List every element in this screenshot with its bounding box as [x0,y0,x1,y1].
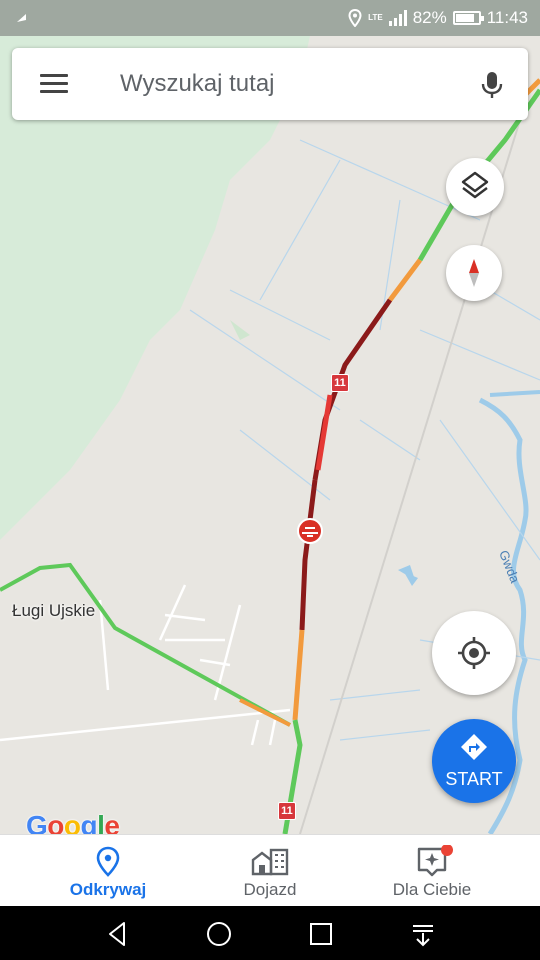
status-bar: LTE 82% 11:43 [0,0,540,36]
clock: 11:43 [486,8,528,27]
place-label: Ługi Ujskie [12,601,96,620]
notifications-pulldown-icon[interactable] [409,920,437,948]
tab-label: Dla Ciebie [392,880,472,899]
tab-explore[interactable]: Odkrywaj [18,835,198,907]
signal-icon [388,10,407,26]
bottom-navigation: Odkrywaj Dojazd Dla Ciebie [0,834,540,906]
directions-icon [461,734,487,760]
tab-commute[interactable]: Dojazd [180,835,360,907]
layers-icon [461,171,489,199]
start-navigation-button[interactable]: START [432,719,516,803]
google-logo-letter: o [63,810,81,834]
microphone-icon[interactable] [480,70,504,100]
menu-icon[interactable] [40,74,68,94]
system-navigation-bar [0,906,540,960]
google-logo: Google [26,810,120,834]
google-logo-letter: g [80,810,98,834]
battery-percent: 82% [412,8,447,27]
tab-for-you[interactable]: Dla Ciebie [342,835,522,907]
status-icons: LTE 82% 11:43 [348,8,528,28]
google-logo-letter: G [26,810,48,834]
commute-icon [251,848,289,876]
map-view[interactable]: 11 11 Ługi Ujskie Gwda Google [0,36,540,834]
home-icon[interactable] [205,920,233,948]
compass-icon [469,259,479,287]
location-icon [348,9,362,27]
start-label: START [445,769,503,789]
battery-icon [452,11,484,25]
recents-icon[interactable] [307,920,335,948]
network-type: LTE [368,13,383,22]
my-location-button[interactable] [432,611,516,695]
tab-label: Odkrywaj [69,880,147,899]
google-logo-letter: o [47,810,64,834]
compass-button[interactable] [446,245,502,301]
road-shield: 11 [331,374,349,392]
map-canvas [0,36,540,834]
search-input[interactable] [120,68,460,100]
notification-icon [17,14,26,22]
tab-label: Dojazd [243,880,297,899]
road-shield: 11 [278,802,296,820]
layers-button[interactable] [446,158,504,216]
search-bar[interactable] [12,48,528,120]
back-icon[interactable] [104,920,132,948]
explore-pin-icon [96,846,120,877]
for-you-icon [417,845,453,877]
crosshair-icon [458,637,490,669]
google-logo-letter: e [104,810,120,834]
